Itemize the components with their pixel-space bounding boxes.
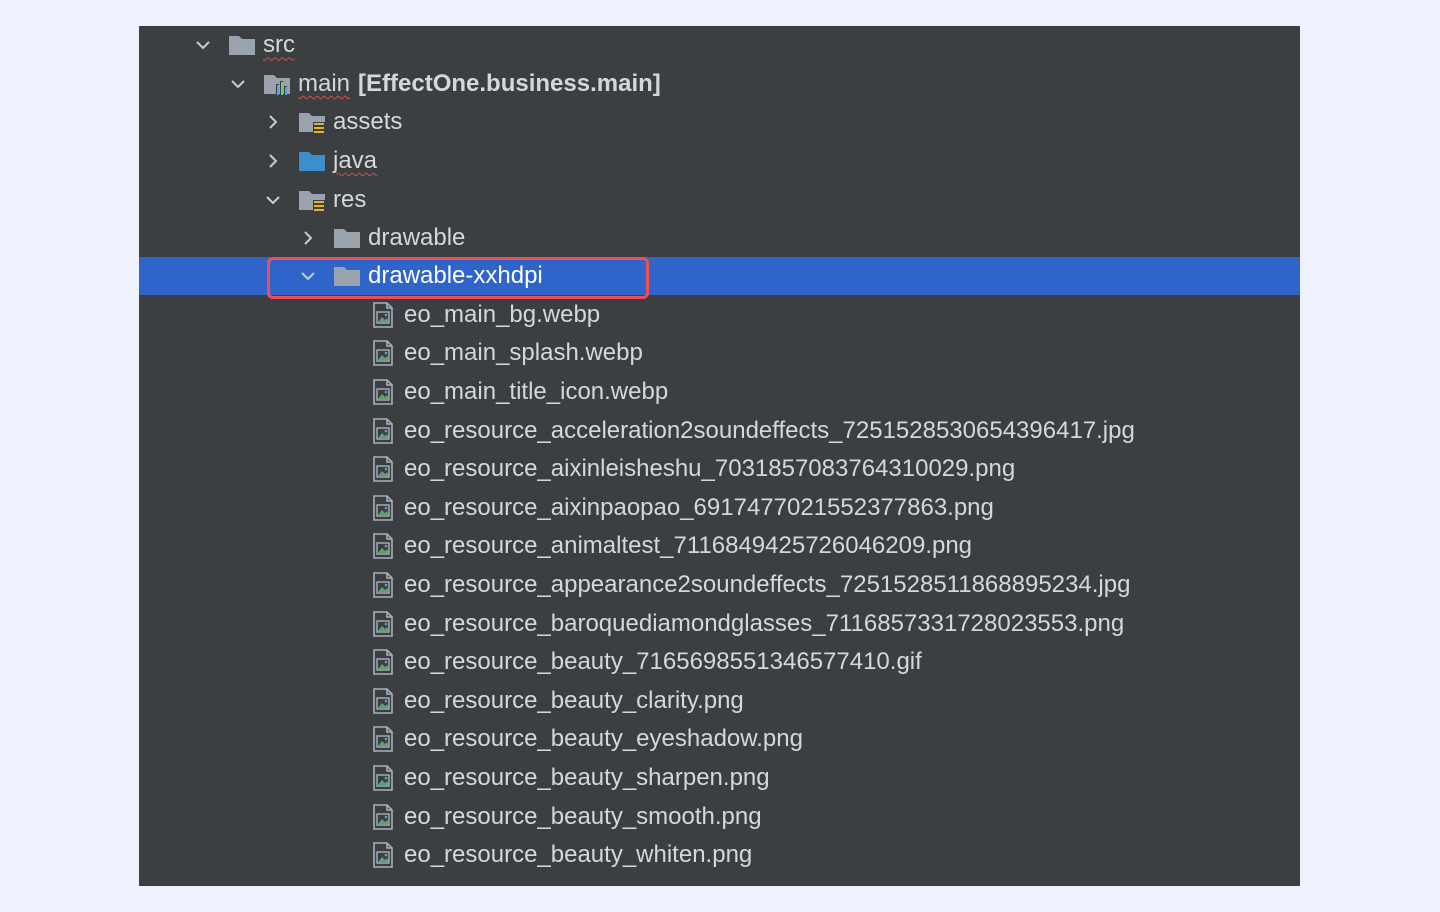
image-file-icon	[372, 572, 394, 598]
file-name-label: eo_resource_beauty_7165698551346577410.g…	[404, 648, 922, 676]
chevron-right-icon[interactable]	[261, 149, 285, 173]
file-name-label: eo_resource_aixinpaopao_6917477021552377…	[404, 493, 994, 521]
chevron-right-icon[interactable]	[261, 110, 285, 134]
tree-node-label: java	[333, 147, 378, 175]
file-item[interactable]: eo_resource_aixinpaopao_6917477021552377…	[139, 489, 1300, 528]
file-name-label: eo_resource_beauty_eyeshadow.png	[404, 725, 803, 753]
tree-node-label: src	[263, 31, 295, 59]
file-item[interactable]: eo_resource_beauty_whiten.png	[139, 836, 1300, 875]
source-folder-icon	[297, 148, 327, 174]
file-name-label: eo_main_bg.webp	[404, 300, 601, 328]
tree-node-label: assets	[333, 108, 403, 136]
module-name-label: [EffectOne.business.main]	[358, 69, 661, 97]
image-file-icon	[372, 610, 394, 637]
folder-icon	[332, 263, 362, 289]
file-name-label: eo_resource_beauty_sharpen.png	[404, 763, 770, 791]
folder-icon	[227, 32, 257, 58]
file-item[interactable]: eo_resource_beauty_7165698551346577410.g…	[139, 643, 1300, 682]
file-name-label: eo_resource_aixinleisheshu_7031857083764…	[404, 455, 1016, 483]
tree-node-main[interactable]: main [EffectOne.business.main]	[139, 65, 1300, 104]
project-tree-panel: src main [EffectOne.business.main] asset…	[139, 26, 1300, 886]
tree-node-label: drawable	[368, 224, 466, 252]
file-name-label: eo_resource_appearance2soundeffects_7251…	[404, 570, 1131, 598]
file-item[interactable]: eo_resource_beauty_sharpen.png	[139, 759, 1300, 798]
chevron-down-icon[interactable]	[226, 72, 250, 96]
chevron-down-icon[interactable]	[261, 188, 285, 212]
image-file-icon	[372, 340, 394, 367]
file-item[interactable]: eo_resource_beauty_clarity.png	[139, 682, 1300, 721]
tree-node-java[interactable]: java	[139, 142, 1300, 181]
file-item[interactable]: eo_resource_beauty_eyeshadow.png	[139, 720, 1300, 759]
file-name-label: eo_resource_beauty_smooth.png	[404, 802, 762, 830]
file-name-label: eo_resource_animaltest_71168494257260462…	[404, 532, 973, 560]
file-item[interactable]: eo_resource_aixinleisheshu_7031857083764…	[139, 450, 1300, 489]
tree-node-assets[interactable]: assets	[139, 103, 1300, 142]
image-file-icon	[372, 842, 394, 868]
tree-node-label: res	[333, 185, 367, 213]
file-item[interactable]: eo_resource_beauty_smooth.png	[139, 797, 1300, 836]
file-item[interactable]: eo_resource_appearance2soundeffects_7251…	[139, 566, 1300, 605]
image-file-icon	[372, 649, 394, 675]
file-name-label: eo_resource_beauty_whiten.png	[404, 841, 753, 869]
image-file-icon	[372, 379, 394, 405]
tree-node-src[interactable]: src	[139, 26, 1300, 65]
chevron-right-icon[interactable]	[296, 226, 320, 250]
tree-node-res[interactable]: res	[139, 180, 1300, 219]
tree-node-label: main	[298, 69, 351, 97]
image-file-icon	[372, 456, 394, 482]
module-folder-icon	[262, 71, 292, 97]
resource-folder-icon	[297, 109, 327, 135]
image-file-icon	[372, 417, 394, 444]
image-file-icon	[372, 301, 394, 328]
file-name-label: eo_main_splash.webp	[404, 339, 643, 367]
file-name-label: eo_resource_baroquediamondglasses_711685…	[404, 609, 1125, 637]
chevron-down-icon[interactable]	[296, 264, 320, 288]
image-file-icon	[372, 687, 394, 714]
tree-node-drawable[interactable]: drawable	[139, 219, 1300, 258]
tree-node-drawable-xxhdpi[interactable]: drawable-xxhdpi	[139, 256, 1300, 296]
image-file-icon	[372, 533, 394, 560]
file-name-label: eo_resource_acceleration2soundeffects_72…	[404, 416, 1135, 444]
image-file-icon	[372, 765, 394, 791]
image-file-icon	[372, 494, 394, 521]
chevron-down-icon[interactable]	[191, 33, 215, 57]
file-item[interactable]: eo_resource_animaltest_71168494257260462…	[139, 527, 1300, 566]
file-name-label: eo_resource_beauty_clarity.png	[404, 686, 744, 714]
tree-node-label: drawable-xxhdpi	[368, 261, 543, 289]
resource-folder-icon	[297, 187, 327, 213]
file-item[interactable]: eo_main_splash.webp	[139, 334, 1300, 373]
file-item[interactable]: eo_main_bg.webp	[139, 296, 1300, 335]
image-file-icon	[372, 803, 394, 830]
file-item[interactable]: eo_resource_baroquediamondglasses_711685…	[139, 604, 1300, 643]
screenshot-frame: src main [EffectOne.business.main] asset…	[0, 0, 1440, 912]
file-name-label: eo_main_title_icon.webp	[404, 377, 669, 405]
file-item[interactable]: eo_resource_acceleration2soundeffects_72…	[139, 411, 1300, 450]
file-item[interactable]: eo_main_title_icon.webp	[139, 373, 1300, 412]
folder-icon	[332, 225, 362, 251]
image-file-icon	[372, 726, 394, 753]
